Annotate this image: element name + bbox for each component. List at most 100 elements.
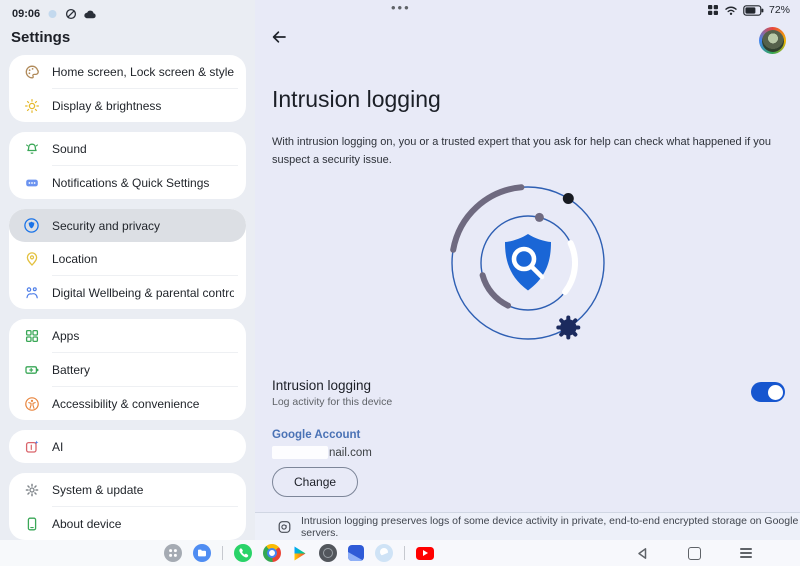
dnd-icon — [65, 8, 77, 20]
sidebar-item-battery[interactable]: Battery — [9, 353, 246, 386]
whatsapp-icon[interactable] — [234, 544, 252, 562]
camera-app-icon[interactable] — [319, 544, 337, 562]
toggle-label: Intrusion logging — [272, 378, 785, 393]
email-redaction — [272, 446, 328, 459]
weather-icon — [46, 7, 59, 20]
cloud-icon — [83, 8, 97, 20]
change-account-button[interactable]: Change — [272, 467, 358, 497]
inner-white-arc — [565, 243, 575, 292]
account-email: nail.com — [272, 446, 372, 459]
switch-knob — [768, 385, 783, 400]
sidebar-item-home-screen[interactable]: Home screen, Lock screen & style — [9, 55, 246, 88]
sidebar-item-display[interactable]: Display & brightness — [9, 89, 246, 122]
page-title: Settings — [11, 29, 255, 46]
sidebar-item-label: Sound — [52, 142, 87, 156]
sidebar-card-personalization: Home screen, Lock screen & style Display… — [9, 55, 246, 122]
apps-grid-icon — [23, 327, 40, 344]
sidebar-item-about-device[interactable]: About device — [9, 507, 246, 540]
page-title: Intrusion logging — [272, 86, 441, 113]
account-avatar[interactable] — [759, 27, 786, 54]
sidebar-item-apps[interactable]: Apps — [9, 319, 246, 352]
sidebar-item-label: Accessibility & convenience — [52, 397, 199, 411]
footer-note-text: Intrusion logging preserves logs of some… — [301, 515, 800, 539]
phone-icon — [23, 515, 40, 532]
toggle-sublabel: Log activity for this device — [272, 396, 785, 408]
sidebar-item-label: Apps — [52, 329, 79, 343]
youtube-icon[interactable] — [416, 547, 434, 560]
ai-icon — [23, 438, 40, 455]
sidebar-item-sound[interactable]: Sound — [9, 132, 246, 165]
location-pin-icon — [23, 250, 40, 267]
orbit-dot-black — [562, 193, 573, 204]
shield-shape — [505, 234, 551, 291]
sidebar-item-label: Notifications & Quick Settings — [52, 176, 209, 190]
dock-divider — [222, 546, 223, 560]
status-bar-left: 09:06 — [0, 0, 255, 22]
sidebar-item-ai[interactable]: AI — [9, 430, 246, 463]
app-grid-icon — [707, 4, 719, 16]
sidebar-item-label: Location — [52, 252, 97, 266]
avatar-photo — [762, 30, 784, 52]
settings-sidebar: 09:06 Settings Home screen, Lock screen … — [0, 0, 255, 566]
battery-percent: 72% — [769, 4, 790, 16]
shield-icon — [23, 217, 40, 234]
wifi-icon — [724, 4, 738, 16]
sidebar-card-sound-notifications: Sound Notifications & Quick Settings — [9, 132, 246, 199]
nav-back-icon — [636, 547, 649, 560]
weather-app-icon[interactable] — [375, 544, 393, 562]
sidebar-item-system-update[interactable]: System & update — [9, 473, 246, 506]
inner-gray-arc — [482, 275, 508, 305]
play-store-icon[interactable] — [292, 545, 308, 562]
sidebar-item-label: AI — [52, 440, 63, 454]
battery-app-icon — [23, 361, 40, 378]
sidebar-item-label: About device — [52, 517, 121, 531]
intrusion-logging-switch[interactable] — [751, 382, 785, 402]
sun-icon — [23, 97, 40, 114]
nav-home-button[interactable] — [685, 544, 703, 562]
intrusion-logging-panel: ••• 72% Intrusion logging With intrusion… — [255, 0, 800, 566]
sidebar-item-digital-wellbeing[interactable]: Digital Wellbeing & parental controls — [9, 276, 246, 309]
taskbar-dock — [164, 543, 434, 563]
chrome-icon[interactable] — [263, 544, 281, 562]
clock: 09:06 — [12, 8, 40, 20]
sidebar-item-label: Security and privacy — [52, 219, 160, 233]
footer-note: Intrusion logging preserves logs of some… — [255, 512, 800, 540]
sidebar-item-notifications[interactable]: Notifications & Quick Settings — [9, 166, 246, 199]
back-arrow-icon — [270, 28, 288, 46]
sidebar-item-label: System & update — [52, 483, 143, 497]
nav-menu-button[interactable] — [737, 544, 755, 562]
nav-back-button[interactable] — [633, 544, 651, 562]
nav-home-icon — [688, 547, 701, 560]
back-button[interactable] — [268, 26, 290, 48]
taskbar — [0, 540, 800, 566]
sidebar-item-security-privacy[interactable]: Security and privacy — [9, 209, 246, 242]
gallery-app-icon[interactable] — [348, 545, 364, 561]
page-description: With intrusion logging on, you or a trus… — [272, 134, 777, 169]
sidebar-item-accessibility[interactable]: Accessibility & convenience — [9, 387, 246, 420]
bell-icon — [23, 140, 40, 157]
google-account-heading: Google Account — [272, 429, 360, 441]
battery-icon — [743, 5, 764, 16]
wellbeing-icon — [23, 284, 40, 301]
sidebar-item-location[interactable]: Location — [9, 242, 246, 275]
gear-node — [558, 318, 578, 338]
dock-divider — [404, 546, 405, 560]
notifications-icon — [23, 174, 40, 191]
settings-app-window: 09:06 Settings Home screen, Lock screen … — [0, 0, 800, 566]
orbit-dot-gray — [534, 213, 543, 222]
intrusion-logging-toggle-row[interactable]: Intrusion logging Log activity for this … — [272, 378, 785, 416]
app-drawer-icon[interactable] — [164, 544, 182, 562]
intrusion-logging-illustration — [433, 168, 623, 358]
encrypted-storage-icon — [278, 520, 291, 534]
files-app-icon[interactable] — [193, 544, 211, 562]
sidebar-item-label: Battery — [52, 363, 90, 377]
gear-icon — [23, 481, 40, 498]
sidebar-item-label: Digital Wellbeing & parental controls — [52, 286, 234, 300]
sidebar-card-ai: AI — [9, 430, 246, 463]
email-visible-text: nail.com — [329, 447, 372, 459]
nav-menu-icon — [740, 548, 752, 558]
nav-buttons — [633, 543, 755, 563]
sidebar-item-label: Display & brightness — [52, 99, 161, 113]
window-drag-handle[interactable]: ••• — [391, 0, 411, 15]
accessibility-icon — [23, 395, 40, 412]
